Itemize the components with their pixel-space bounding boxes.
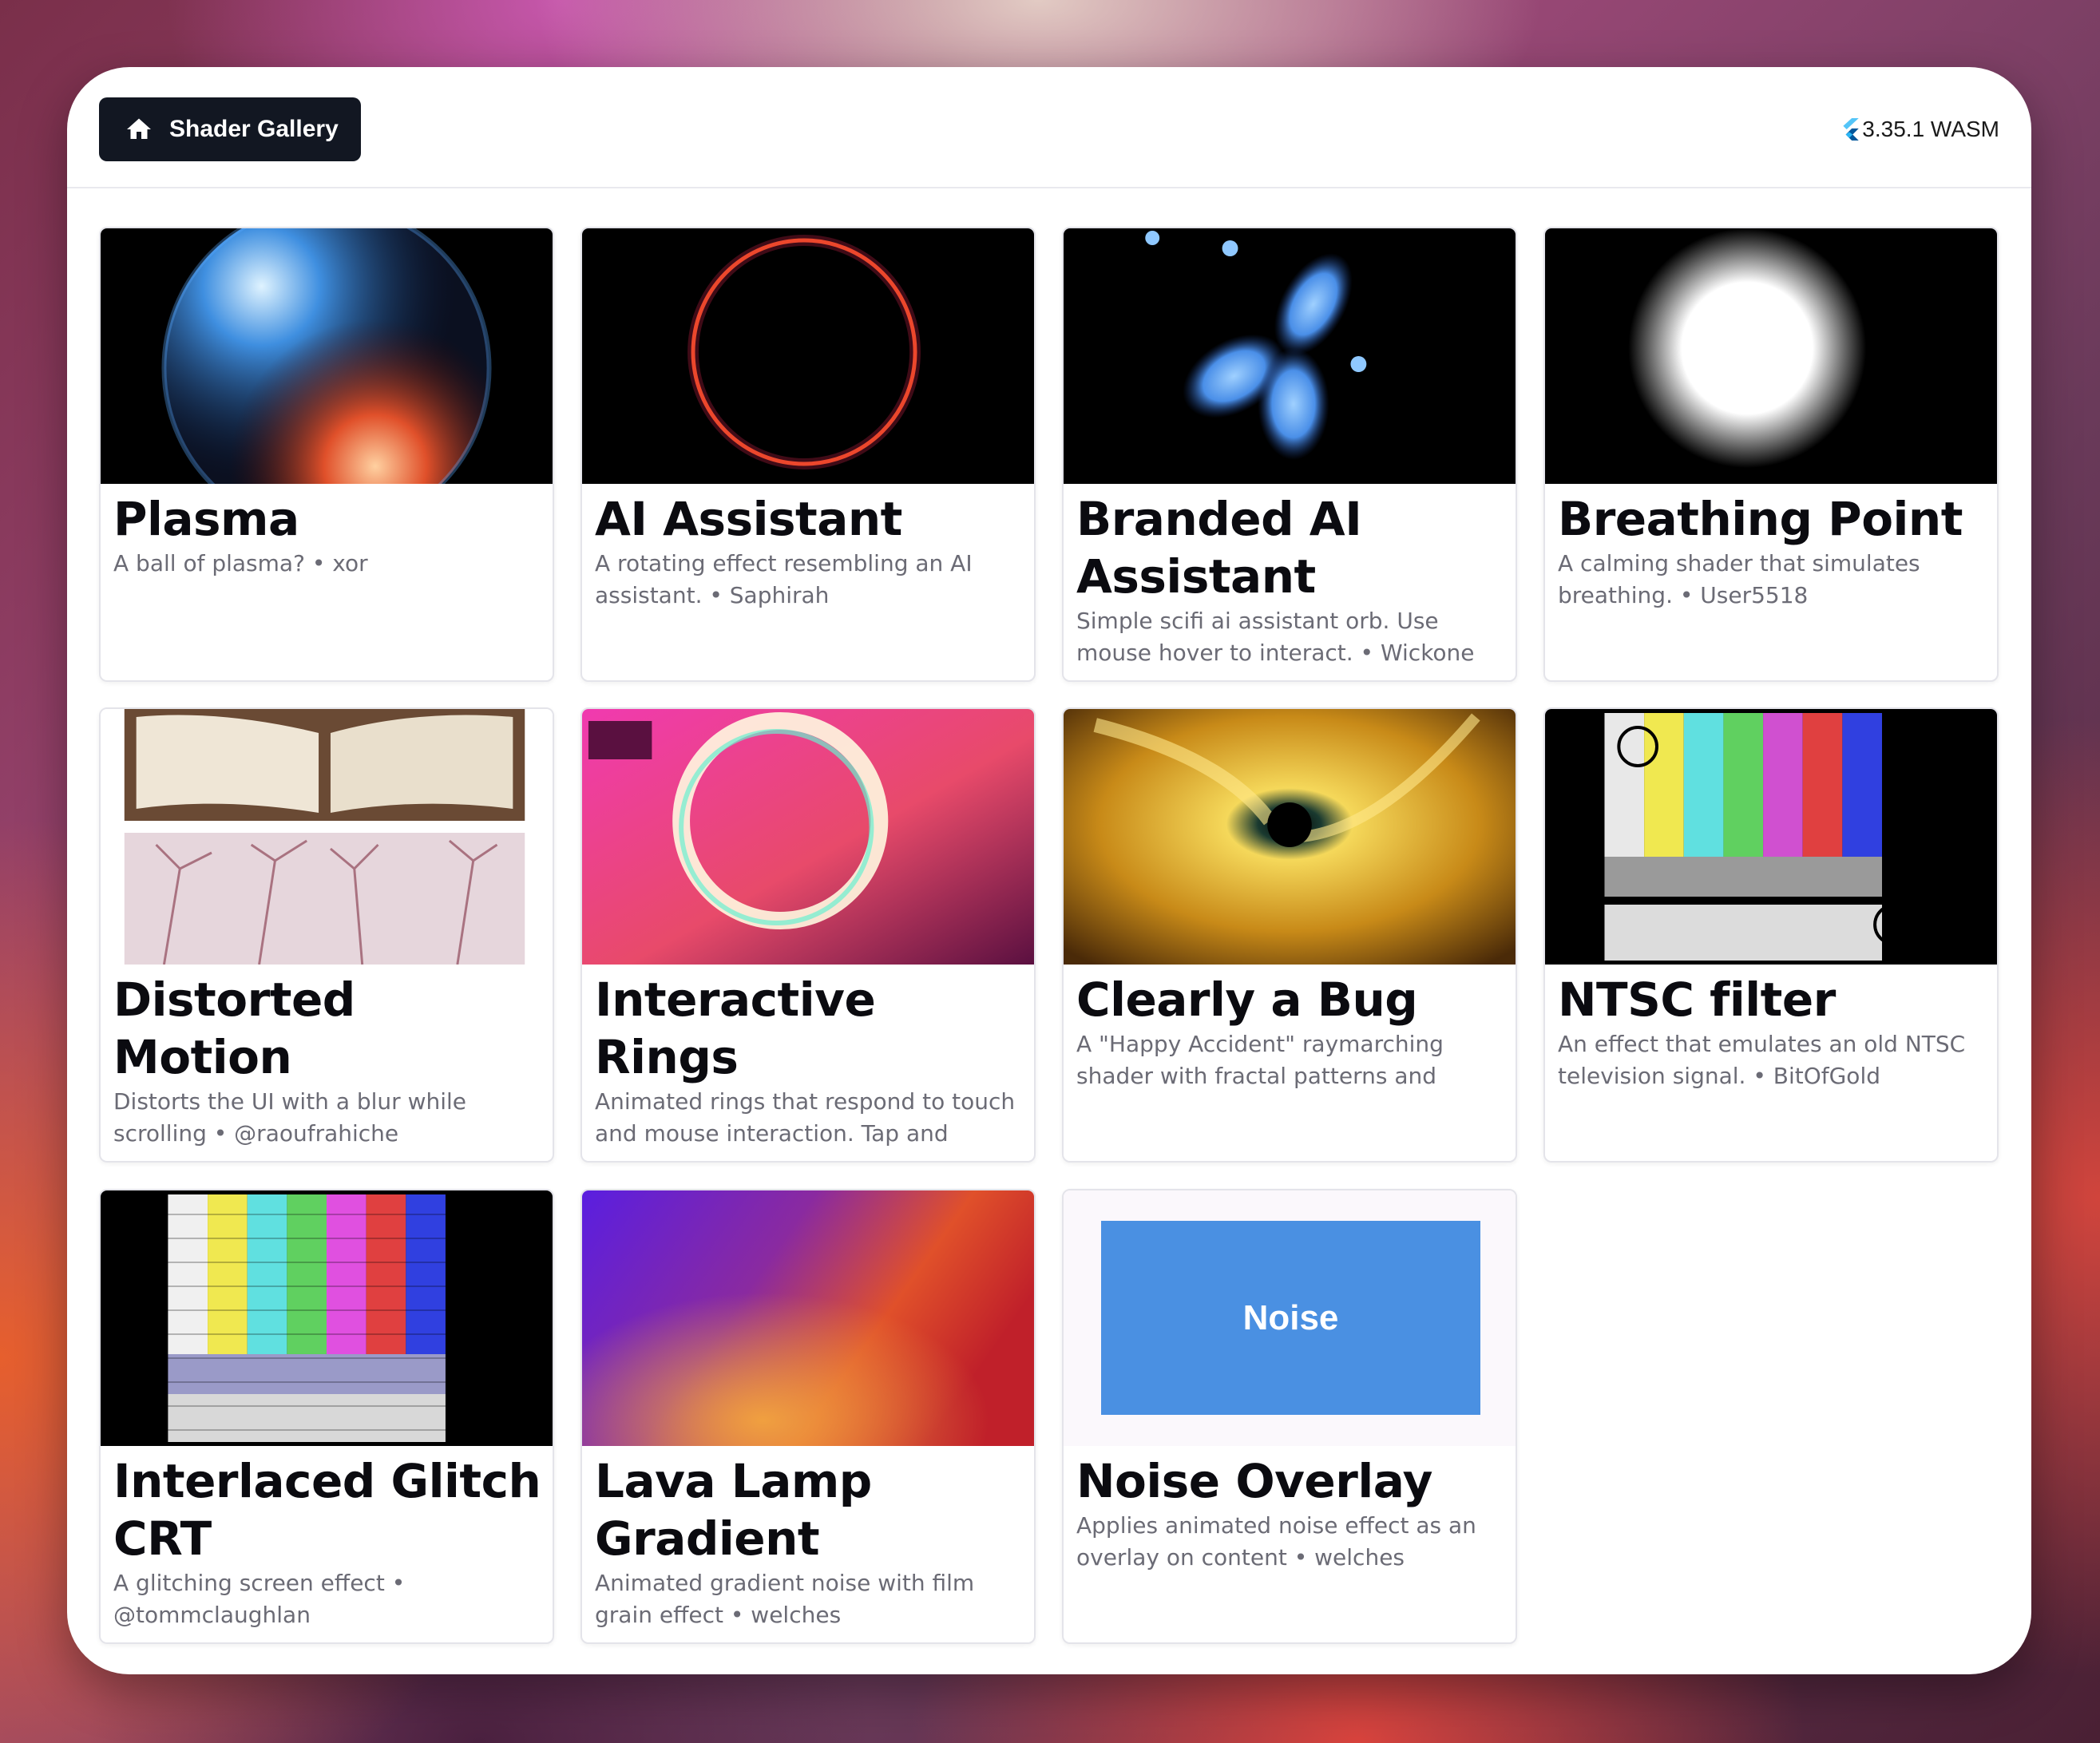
card-breathing-point[interactable]: Breathing Point A calming shader that si… xyxy=(1543,227,1999,682)
card-branded-ai-assistant[interactable]: Branded AI Assistant Simple scifi ai ass… xyxy=(1062,227,1517,682)
card-description: A glitching screen effect • @tommclaughl… xyxy=(113,1570,406,1628)
card-plasma[interactable]: Plasma A ball of plasma? • xor xyxy=(99,227,554,682)
breathing-point-preview xyxy=(1545,228,1997,484)
card-title: Interactive Rings xyxy=(595,973,876,1084)
noise-preview-box: Noise xyxy=(1101,1221,1480,1415)
card-title: Branded AI Assistant xyxy=(1076,492,1362,604)
top-bar: Shader Gallery 3.35.1 WASM xyxy=(67,67,2031,188)
card-title: Clearly a Bug xyxy=(1076,973,1418,1027)
plasma-preview xyxy=(101,228,553,484)
clearly-a-bug-preview xyxy=(1064,709,1516,965)
app-window: Shader Gallery 3.35.1 WASM Plasma A ball… xyxy=(67,67,2031,1674)
lava-lamp-preview xyxy=(582,1190,1034,1446)
card-description: Animated gradient noise with film grain … xyxy=(595,1570,975,1628)
card-title: Distorted Motion xyxy=(113,973,355,1084)
interactive-rings-preview xyxy=(582,709,1034,965)
branded-ai-preview xyxy=(1064,228,1516,484)
distorted-motion-preview xyxy=(101,709,553,965)
card-noise-overlay[interactable]: Noise Noise Overlay Applies animated noi… xyxy=(1062,1189,1517,1644)
card-description: Applies animated noise effect as an over… xyxy=(1076,1512,1476,1571)
card-title: AI Assistant xyxy=(595,492,902,546)
interlaced-glitch-preview xyxy=(101,1190,553,1446)
card-distorted-motion[interactable]: Distorted Motion Distorts the UI with a … xyxy=(99,707,554,1163)
card-title: Noise Overlay xyxy=(1076,1454,1432,1508)
card-description: A ball of plasma? • xor xyxy=(113,550,368,576)
card-title: Plasma xyxy=(113,492,299,546)
card-title: Interlaced Glitch CRT xyxy=(113,1454,541,1566)
card-description: A rotating effect resembling an AI assis… xyxy=(595,550,973,608)
noise-overlay-preview: Noise xyxy=(1064,1190,1516,1446)
card-description: An effect that emulates an old NTSC tele… xyxy=(1558,1031,1966,1089)
card-ai-assistant[interactable]: AI Assistant A rotating effect resemblin… xyxy=(580,227,1036,682)
card-interlaced-glitch-crt[interactable]: Interlaced Glitch CRT A glitching screen… xyxy=(99,1189,554,1644)
card-description: A calming shader that simulates breathin… xyxy=(1558,550,1920,608)
noise-preview-label: Noise xyxy=(1242,1297,1339,1337)
card-title: Lava Lamp Gradient xyxy=(595,1454,872,1566)
card-description: Animated rings that respond to touch and… xyxy=(595,1088,1016,1147)
shader-gallery-button[interactable]: Shader Gallery xyxy=(99,97,361,161)
home-button-label: Shader Gallery xyxy=(169,116,339,142)
version-badge: 3.35.1 WASM xyxy=(1841,113,1999,145)
card-description: Distorts the UI with a blur while scroll… xyxy=(113,1088,467,1147)
version-text: 3.35.1 WASM xyxy=(1862,117,1999,141)
card-title: NTSC filter xyxy=(1558,973,1836,1027)
card-title: Breathing Point xyxy=(1558,492,1963,546)
home-icon xyxy=(127,118,151,139)
ai-assistant-preview xyxy=(582,228,1034,484)
ntsc-filter-preview xyxy=(1545,709,1997,965)
card-ntsc-filter[interactable]: NTSC filter An effect that emulates an o… xyxy=(1543,707,1999,1163)
card-lava-lamp-gradient[interactable]: Lava Lamp Gradient Animated gradient noi… xyxy=(580,1189,1036,1644)
flutter-icon xyxy=(1843,118,1860,141)
card-description: Simple scifi ai assistant orb. Use mouse… xyxy=(1076,608,1475,666)
card-interactive-rings[interactable]: Interactive Rings Animated rings that re… xyxy=(580,707,1036,1163)
card-description: A "Happy Accident" raymarching shader wi… xyxy=(1076,1031,1444,1089)
card-clearly-a-bug[interactable]: Clearly a Bug A "Happy Accident" raymarc… xyxy=(1062,707,1517,1163)
